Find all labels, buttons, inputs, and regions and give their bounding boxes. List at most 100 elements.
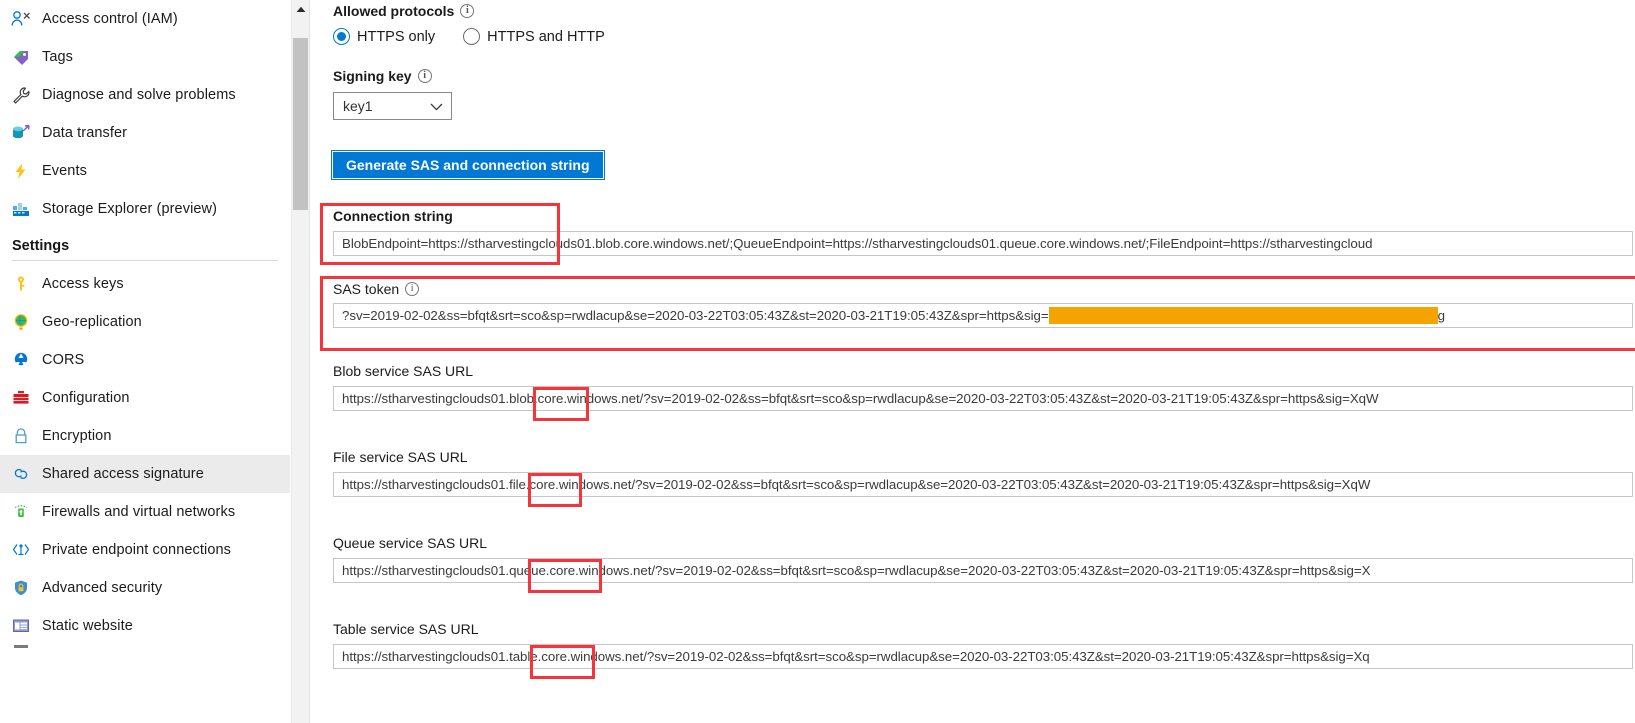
label-text: SAS token (333, 281, 400, 297)
people-access-icon (8, 8, 34, 30)
sidebar-item-label: Encryption (42, 428, 112, 444)
data-transfer-icon (8, 122, 34, 144)
table-sas-url-field: Table service SAS URL https://stharvesti… (333, 621, 1635, 669)
generate-sas-container: Generate SAS and connection string (331, 150, 605, 180)
sidebar-item-label: Storage Explorer (preview) (42, 201, 218, 217)
radio-label: HTTPS and HTTP (487, 28, 605, 45)
lock-icon (8, 425, 34, 447)
sidebar-item-label: Events (42, 163, 87, 179)
sidebar-item-access-keys[interactable]: Access keys (0, 265, 290, 303)
sidebar-item-cors[interactable]: CORS (0, 341, 290, 379)
sidebar-item-partial[interactable] (0, 645, 290, 659)
sidebar-item-label: Configuration (42, 390, 130, 406)
chevron-down-icon (430, 98, 443, 114)
queue-sas-url-input[interactable]: https://stharvestingclouds01.queue.core.… (333, 558, 1633, 583)
generate-sas-button[interactable]: Generate SAS and connection string (331, 150, 605, 180)
blob-sas-url-input[interactable]: https://stharvestingclouds01.blob.core.w… (333, 386, 1633, 411)
blob-sas-url-value: https://stharvestingclouds01.blob.core.w… (342, 391, 1379, 406)
sas-token-field: SAS token i ?sv=2019-02-02&ss=bfqt&srt=s… (333, 281, 1635, 328)
connection-string-input[interactable]: BlobEndpoint=https://stharvestingclouds0… (333, 231, 1633, 256)
scroll-up-arrow-icon[interactable] (291, 0, 310, 19)
allowed-protocols-label: Allowed protocols i (333, 3, 605, 19)
lightning-bolt-icon (8, 160, 34, 182)
info-icon[interactable]: i (417, 69, 432, 83)
sas-token-label: SAS token i (333, 281, 1635, 297)
sas-token-value: ?sv=2019-02-02&ss=bfqt&srt=sco&sp=rwdlac… (342, 308, 1049, 323)
sidebar-item-tags[interactable]: Tags (0, 38, 290, 76)
sidebar-item-private-endpoint-connections[interactable]: Private endpoint connections (0, 531, 290, 569)
sidebar-item-diagnose[interactable]: Diagnose and solve problems (0, 76, 290, 114)
sidebar-item-firewalls[interactable]: Firewalls and virtual networks (0, 493, 290, 531)
connection-string-value: BlobEndpoint=https://stharvestingclouds0… (342, 236, 1373, 251)
connection-string-label: Connection string (333, 208, 453, 224)
queue-sas-url-value: https://stharvestingclouds01.queue.core.… (342, 563, 1371, 578)
cors-icon (8, 349, 34, 371)
sas-configuration-panel: Allowed protocols i HTTPS only HTTPS and… (311, 0, 1635, 723)
radio-indicator (333, 28, 350, 45)
sidebar-item-label: Advanced security (42, 580, 163, 596)
table-sas-url-input[interactable]: https://stharvestingclouds01.table.core.… (333, 644, 1633, 669)
radio-indicator (463, 28, 481, 45)
globe-icon (8, 311, 34, 333)
sidebar-section-divider (12, 260, 278, 261)
key-icon (8, 273, 34, 295)
file-sas-url-field: File service SAS URL https://stharvestin… (333, 449, 1635, 497)
file-sas-url-input[interactable]: https://stharvestingclouds01.file.core.w… (333, 472, 1633, 497)
sidebar-item-label: Tags (42, 49, 74, 65)
static-website-icon (8, 615, 34, 637)
firewall-icon (8, 501, 34, 523)
table-sas-url-label: Table service SAS URL (333, 621, 479, 637)
info-icon[interactable]: i (405, 282, 420, 296)
info-icon[interactable]: i (460, 4, 475, 18)
sidebar-item-static-website[interactable]: Static website (0, 607, 290, 645)
sidebar-navigation: Access control (IAM) Tags Diagnose and s… (0, 0, 290, 723)
sidebar-item-label: Shared access signature (42, 466, 204, 482)
label-text: Signing key (333, 68, 412, 84)
connection-string-field: Connection string BlobEndpoint=https://s… (333, 208, 1635, 256)
sidebar-item-advanced-security[interactable]: Advanced security (0, 569, 290, 607)
label-text: Allowed protocols (333, 3, 455, 19)
sidebar-item-label: Data transfer (42, 125, 128, 141)
sidebar-item-events[interactable]: Events (0, 152, 290, 190)
sidebar-section-title: Settings (12, 238, 70, 254)
file-sas-url-value: https://stharvestingclouds01.file.core.w… (342, 477, 1371, 492)
sidebar-item-data-transfer[interactable]: Data transfer (0, 114, 290, 152)
sidebar-item-storage-explorer[interactable]: Storage Explorer (preview) (0, 190, 290, 228)
private-endpoint-icon (8, 539, 34, 561)
sidebar-item-label: Private endpoint connections (42, 542, 232, 558)
storage-explorer-icon (8, 198, 34, 220)
queue-sas-url-label: Queue service SAS URL (333, 535, 488, 551)
file-sas-url-label: File service SAS URL (333, 449, 468, 465)
sidebar-scrollbar-thumb[interactable] (293, 38, 308, 210)
blob-sas-url-field: Blob service SAS URL https://stharvestin… (333, 363, 1635, 411)
radio-https-only[interactable]: HTTPS only (333, 28, 435, 45)
allowed-protocols-radio-group: HTTPS only HTTPS and HTTP (333, 28, 605, 45)
tags-icon (8, 46, 34, 68)
sidebar-item-label: CORS (42, 352, 85, 368)
toolbox-icon (8, 387, 34, 409)
sidebar-item-label: Firewalls and virtual networks (42, 504, 236, 520)
sidebar-item-shared-access-signature[interactable]: Shared access signature (0, 455, 290, 493)
sidebar-item-access-control[interactable]: Access control (IAM) (0, 0, 290, 38)
sidebar-item-label: Static website (42, 618, 133, 634)
signing-key-value: key1 (343, 98, 373, 114)
sas-token-input[interactable]: ?sv=2019-02-02&ss=bfqt&srt=sco&sp=rwdlac… (333, 303, 1633, 328)
signing-key-label: Signing key i (333, 68, 452, 84)
sidebar-item-label: Access keys (42, 276, 124, 292)
sas-token-value-tail: g (1437, 308, 1445, 323)
sidebar-item-configuration[interactable]: Configuration (0, 379, 290, 417)
blob-sas-url-label: Blob service SAS URL (333, 363, 474, 379)
sidebar-item-geo-replication[interactable]: Geo-replication (0, 303, 290, 341)
queue-sas-url-field: Queue service SAS URL https://stharvesti… (333, 535, 1635, 583)
signing-key-select[interactable]: key1 (333, 92, 452, 120)
link-chain-icon (8, 463, 34, 485)
sidebar-item-label: Geo-replication (42, 314, 142, 330)
radio-label: HTTPS only (357, 28, 436, 45)
sas-token-redacted-signature (1048, 307, 1438, 324)
sidebar-item-encryption[interactable]: Encryption (0, 417, 290, 455)
shield-icon (8, 577, 34, 599)
radio-https-and-http[interactable]: HTTPS and HTTP (463, 28, 605, 45)
azure-portal-sas-page: Access control (IAM) Tags Diagnose and s… (0, 0, 1635, 723)
partial-icon (8, 645, 34, 659)
sidebar-item-label: Access control (IAM) (42, 11, 178, 27)
